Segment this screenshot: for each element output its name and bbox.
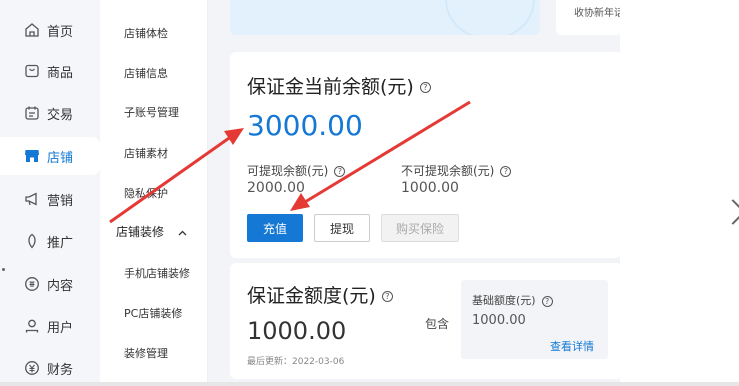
non-withdrawable-value: 1000.00 [401, 180, 459, 196]
nav-item-label: 用户 [47, 321, 74, 336]
deposit-quota-card: 保证金额度(元)? 1000.00 最后更新：2022-03-06 包含 基础额… [230, 263, 622, 379]
base-quota-value: 1000.00 [472, 313, 526, 328]
submenu-item-store-info[interactable]: 店铺信息 [124, 65, 168, 81]
nav-item-label: 商品 [47, 66, 74, 81]
finance-icon [24, 360, 40, 376]
submenu-item-mobile-decoration[interactable]: 手机店铺装修 [124, 265, 190, 281]
nav-item-label: 内容 [47, 279, 74, 294]
view-details-link[interactable]: 查看详情 [550, 338, 594, 354]
nav-item-label: 推广 [47, 236, 74, 251]
help-icon[interactable]: ? [541, 295, 553, 307]
deposit-balance-title-text: 保证金当前余额(元) [247, 76, 414, 98]
right-blank-area [620, 0, 739, 386]
help-icon[interactable]: ? [500, 166, 512, 177]
nav-item-label: 店铺 [47, 151, 74, 166]
nav-item-label: 交易 [47, 108, 74, 123]
deposit-balance-title: 保证金当前余额(元)? [247, 72, 431, 99]
edge-marker [2, 268, 5, 271]
submenu-item-store-assets[interactable]: 店铺素材 [124, 145, 168, 161]
content-icon [24, 276, 40, 292]
submenu-item-pc-decoration[interactable]: PC店铺装修 [124, 305, 182, 321]
deposit-balance-card: 保证金当前余额(元)? 3000.00 可提现余额(元)? 2000.00 不可… [230, 52, 622, 258]
withdraw-button[interactable]: 提现 [314, 214, 370, 242]
top-right-card: 收协新年话 [556, 0, 622, 35]
store-icon [24, 148, 40, 164]
withdrawable-label-text: 可提现余额(元) [247, 164, 329, 178]
trade-icon [24, 105, 40, 121]
last-updated: 最后更新：2022-03-06 [247, 357, 345, 367]
deposit-balance-amount: 3000.00 [247, 109, 363, 142]
non-withdrawable-label: 不可提现余额(元)? [401, 162, 512, 179]
recharge-button[interactable]: 充值 [247, 214, 303, 242]
help-icon[interactable]: ? [334, 166, 346, 177]
help-icon[interactable]: ? [419, 82, 431, 93]
product-icon [24, 63, 40, 79]
user-icon [24, 318, 40, 334]
base-quota-box: 基础额度(元)? 1000.00 查看详情 [461, 280, 608, 359]
submenu-item-subaccounts[interactable]: 子账号管理 [124, 104, 179, 120]
withdrawable-value: 2000.00 [247, 180, 305, 196]
nav-item-products[interactable]: 商品 [0, 52, 100, 90]
base-quota-label: 基础额度(元)? [472, 292, 553, 308]
chevron-up-icon [178, 225, 187, 239]
nav-item-content[interactable]: 内容 [0, 265, 100, 303]
nav-item-label: 营销 [47, 194, 74, 209]
nav-item-label: 财务 [47, 363, 74, 378]
submenu-group-decoration[interactable]: 店铺装修 [116, 223, 187, 240]
submenu-group-label: 店铺装修 [116, 225, 165, 239]
nav-item-users[interactable]: 用户 [0, 307, 100, 345]
nav-item-home[interactable]: 首页 [0, 11, 100, 49]
promote-icon [24, 233, 40, 249]
submenu-item-privacy[interactable]: 隐私保护 [124, 185, 168, 201]
nav-item-label: 首页 [47, 25, 74, 40]
bottom-divider [0, 382, 739, 386]
megaphone-icon [24, 191, 40, 207]
deposit-quota-amount: 1000.00 [247, 317, 347, 345]
banner-decoration [445, 0, 535, 35]
home-icon [24, 22, 40, 38]
top-banner [230, 0, 540, 35]
nav-item-finance[interactable]: 财务 [0, 349, 100, 386]
base-quota-label-text: 基础额度(元) [472, 294, 536, 307]
buy-insurance-button[interactable]: 购买保险 [381, 214, 459, 242]
nav-item-trade[interactable]: 交易 [0, 94, 100, 132]
help-icon[interactable]: ? [381, 291, 393, 302]
deposit-quota-title: 保证金额度(元)? [247, 281, 393, 308]
secondary-menu: 店铺体检 店铺信息 子账号管理 店铺素材 隐私保护 店铺装修 手机店铺装修 PC… [100, 0, 208, 386]
primary-nav: 首页 商品 交易 店铺 营销 推广 内容 用户 财务 [0, 0, 100, 386]
nav-item-store[interactable]: 店铺 [0, 137, 100, 175]
includes-label: 包含 [425, 317, 450, 331]
nav-item-marketing[interactable]: 营销 [0, 180, 100, 218]
withdrawable-label: 可提现余额(元)? [247, 162, 346, 179]
top-right-text: 收协新年话 [574, 8, 622, 19]
nav-item-promotion[interactable]: 推广 [0, 222, 100, 260]
submenu-item-store-checkup[interactable]: 店铺体检 [124, 25, 168, 41]
deposit-quota-title-text: 保证金额度(元) [247, 285, 376, 307]
submenu-item-decoration-management[interactable]: 装修管理 [124, 345, 168, 361]
non-withdrawable-label-text: 不可提现余额(元) [401, 164, 495, 178]
